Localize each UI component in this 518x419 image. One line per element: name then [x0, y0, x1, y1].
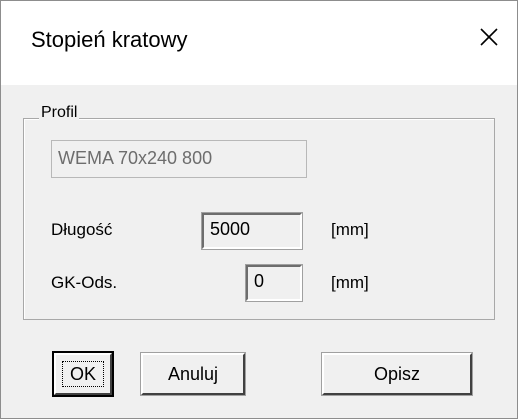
dlugosc-label: Długość	[51, 220, 113, 239]
cancel-button-label: Anuluj	[167, 363, 219, 384]
title-bar: Stopień kratowy	[1, 1, 517, 85]
profile-field: WEMA 70x240 800	[51, 140, 307, 178]
gk-ods-input[interactable]: 0	[245, 264, 303, 302]
describe-button[interactable]: Opisz	[321, 352, 473, 396]
close-button[interactable]	[471, 19, 507, 55]
dialog-window: Stopień kratowy Profil WEMA 70x240 800 D…	[0, 0, 518, 419]
dlugosc-input[interactable]: 5000	[201, 212, 303, 250]
close-icon	[480, 28, 498, 46]
describe-button-label: Opisz	[373, 363, 420, 384]
focus-rectangle	[62, 361, 104, 387]
window-title: Stopień kratowy	[31, 27, 188, 52]
ok-button[interactable]: OK	[52, 351, 114, 397]
gk-ods-label: GK-Ods.	[51, 273, 118, 292]
gk-ods-unit: [mm]	[331, 273, 369, 292]
cancel-button[interactable]: Anuluj	[140, 352, 246, 396]
dlugosc-unit: [mm]	[331, 220, 369, 239]
profile-group-label: Profil	[39, 104, 80, 122]
